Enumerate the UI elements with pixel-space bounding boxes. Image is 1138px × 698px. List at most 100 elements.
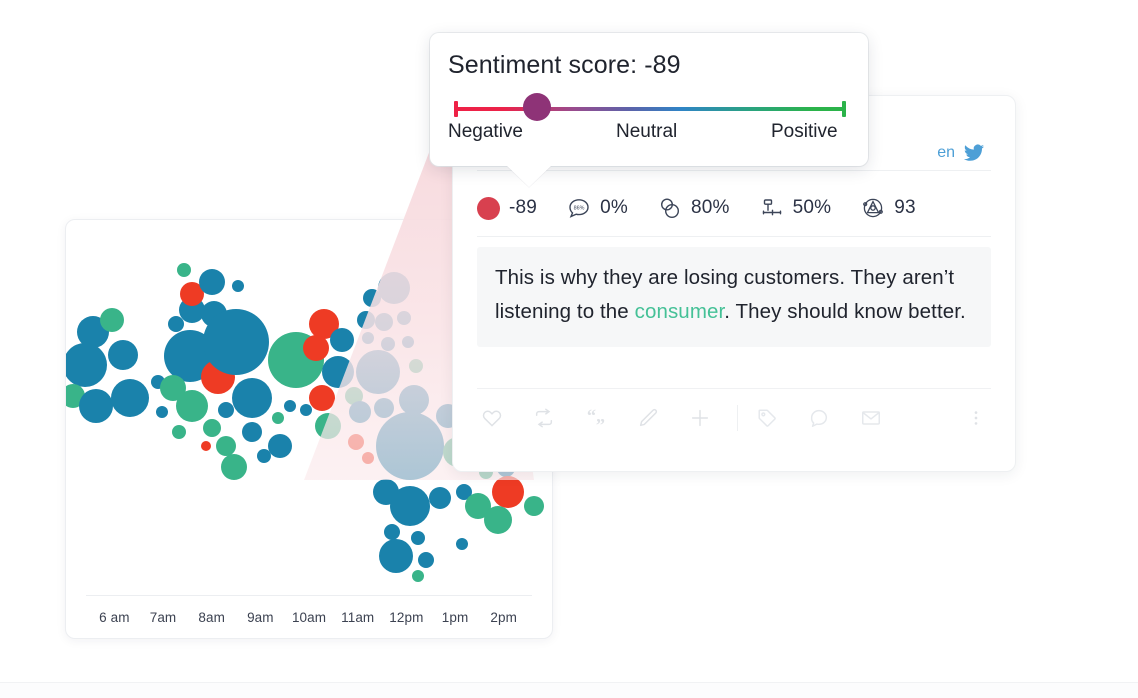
metric-2[interactable]: 80% <box>658 196 730 220</box>
sentiment-gradient-bar <box>456 107 844 111</box>
chart-bubble[interactable] <box>315 413 341 439</box>
chart-bubble[interactable] <box>397 311 411 325</box>
heart-icon[interactable] <box>477 403 507 433</box>
metric-value-3: 50% <box>792 197 832 218</box>
chart-bubble[interactable] <box>172 425 186 439</box>
chart-bubble[interactable] <box>108 340 138 370</box>
retweet-icon[interactable] <box>529 403 559 433</box>
chart-bubble[interactable] <box>375 313 393 331</box>
chart-bubble[interactable] <box>303 335 329 361</box>
axis-line <box>86 595 532 596</box>
chart-bubble[interactable] <box>201 441 211 451</box>
chart-bubble[interactable] <box>348 434 364 450</box>
chart-bubble[interactable] <box>381 337 395 351</box>
chart-bubble[interactable] <box>221 454 247 480</box>
chart-bubble[interactable] <box>232 378 272 418</box>
post-actions-row: “„ <box>477 394 991 442</box>
plus-icon[interactable] <box>685 403 715 433</box>
chart-bubble[interactable] <box>268 434 292 458</box>
axis-tick-4: 10am <box>291 609 327 625</box>
chart-bubble[interactable] <box>409 359 423 373</box>
chart-bubble[interactable] <box>362 332 374 344</box>
sentiment-tooltip: Sentiment score: -89 Negative Neutral Po… <box>430 33 868 187</box>
post-metrics-row: -89 86% 0% 80% 50% 93 <box>477 188 991 228</box>
sentiment-dot-icon <box>477 196 500 220</box>
chart-bubble[interactable] <box>411 531 425 545</box>
chart-bubble[interactable] <box>330 328 354 352</box>
chart-bubble[interactable] <box>111 379 149 417</box>
edit-pencil-icon[interactable] <box>633 403 663 433</box>
chart-bubble[interactable] <box>429 487 451 509</box>
chart-bubble[interactable] <box>402 336 414 348</box>
chart-bubble[interactable] <box>156 406 168 418</box>
comment-icon[interactable] <box>804 403 834 433</box>
chart-bubble[interactable] <box>356 350 400 394</box>
chart-x-axis: 6 am 7am 8am 9am 10am 11am 12pm 1pm 2pm <box>66 595 552 635</box>
chart-bubble[interactable] <box>349 401 371 423</box>
chart-bubble[interactable] <box>399 385 429 415</box>
chart-bubble[interactable] <box>199 269 225 295</box>
chart-bubble[interactable] <box>378 272 410 304</box>
chart-bubble[interactable] <box>100 308 124 332</box>
axis-tick-labels: 6 am 7am 8am 9am 10am 11am 12pm 1pm 2pm <box>66 605 552 629</box>
actions-divider <box>477 388 991 389</box>
svg-text:“„: “„ <box>587 407 605 426</box>
chart-bubble[interactable] <box>524 496 544 516</box>
chart-bubble[interactable] <box>300 404 312 416</box>
chart-bubble[interactable] <box>79 389 113 423</box>
chart-bubble[interactable] <box>379 539 413 573</box>
metric-3[interactable]: 50% <box>760 196 832 220</box>
chart-bubble[interactable] <box>66 343 107 387</box>
chart-bubble[interactable] <box>412 570 424 582</box>
axis-tick-8: 2pm <box>490 609 517 625</box>
metric-0[interactable]: -89 <box>477 196 537 220</box>
chart-bubble[interactable] <box>242 422 262 442</box>
chart-bubble[interactable] <box>284 400 296 412</box>
screenshot-root: 6 am 7am 8am 9am 10am 11am 12pm 1pm 2pm en -89 86… <box>0 0 1138 698</box>
chart-bubble[interactable] <box>232 280 244 292</box>
quote-icon[interactable]: “„ <box>581 403 611 433</box>
chart-bubble[interactable] <box>384 524 400 540</box>
chart-bubble[interactable] <box>374 398 394 418</box>
chart-bubble[interactable] <box>390 486 430 526</box>
post-text-highlight[interactable]: consumer <box>635 300 725 323</box>
metric-4[interactable]: 93 <box>861 196 916 220</box>
chart-bubble[interactable] <box>484 506 512 534</box>
post-text-after: . They should know better. <box>724 300 966 323</box>
axis-tick-5: 11am <box>341 609 375 625</box>
overlap-circles-icon <box>658 196 682 220</box>
chart-bubble[interactable] <box>309 385 335 411</box>
actions-separator <box>737 405 738 431</box>
chart-bubble[interactable] <box>357 311 375 329</box>
sentiment-scale-labels: Negative Neutral Positive <box>448 121 852 147</box>
sentiment-scale[interactable] <box>448 93 852 121</box>
svg-text:86%: 86% <box>574 205 585 211</box>
chart-bubble[interactable] <box>177 263 191 277</box>
metric-value-4: 93 <box>894 197 916 218</box>
chart-bubble[interactable] <box>272 412 284 424</box>
chart-bubble[interactable] <box>376 412 444 480</box>
chart-bubble[interactable] <box>203 309 269 375</box>
chart-bubble[interactable] <box>362 452 374 464</box>
chart-bubble[interactable] <box>218 402 234 418</box>
sentiment-knob[interactable] <box>523 93 552 121</box>
metric-1[interactable]: 86% 0% <box>567 196 628 220</box>
scale-end-cap-positive <box>842 101 846 117</box>
scale-label-positive: Positive <box>771 121 838 142</box>
chart-bubble[interactable] <box>216 436 236 456</box>
tag-icon[interactable] <box>752 403 782 433</box>
chart-bubble[interactable] <box>176 390 208 422</box>
more-vertical-icon[interactable] <box>961 403 991 433</box>
axis-tick-0: 6 am <box>99 609 130 625</box>
chart-bubble[interactable] <box>322 356 354 388</box>
tooltip-title: Sentiment score: -89 <box>448 51 681 79</box>
axis-tick-7: 1pm <box>441 609 469 625</box>
chart-bubble[interactable] <box>418 552 434 568</box>
chart-bubble[interactable] <box>492 476 524 508</box>
chart-bubble[interactable] <box>456 538 468 550</box>
axis-tick-6: 12pm <box>389 609 424 625</box>
envelope-icon[interactable] <box>856 403 886 433</box>
post-author-handle[interactable]: en <box>937 144 955 162</box>
metrics-divider <box>477 236 991 237</box>
chart-bubble[interactable] <box>203 419 221 437</box>
